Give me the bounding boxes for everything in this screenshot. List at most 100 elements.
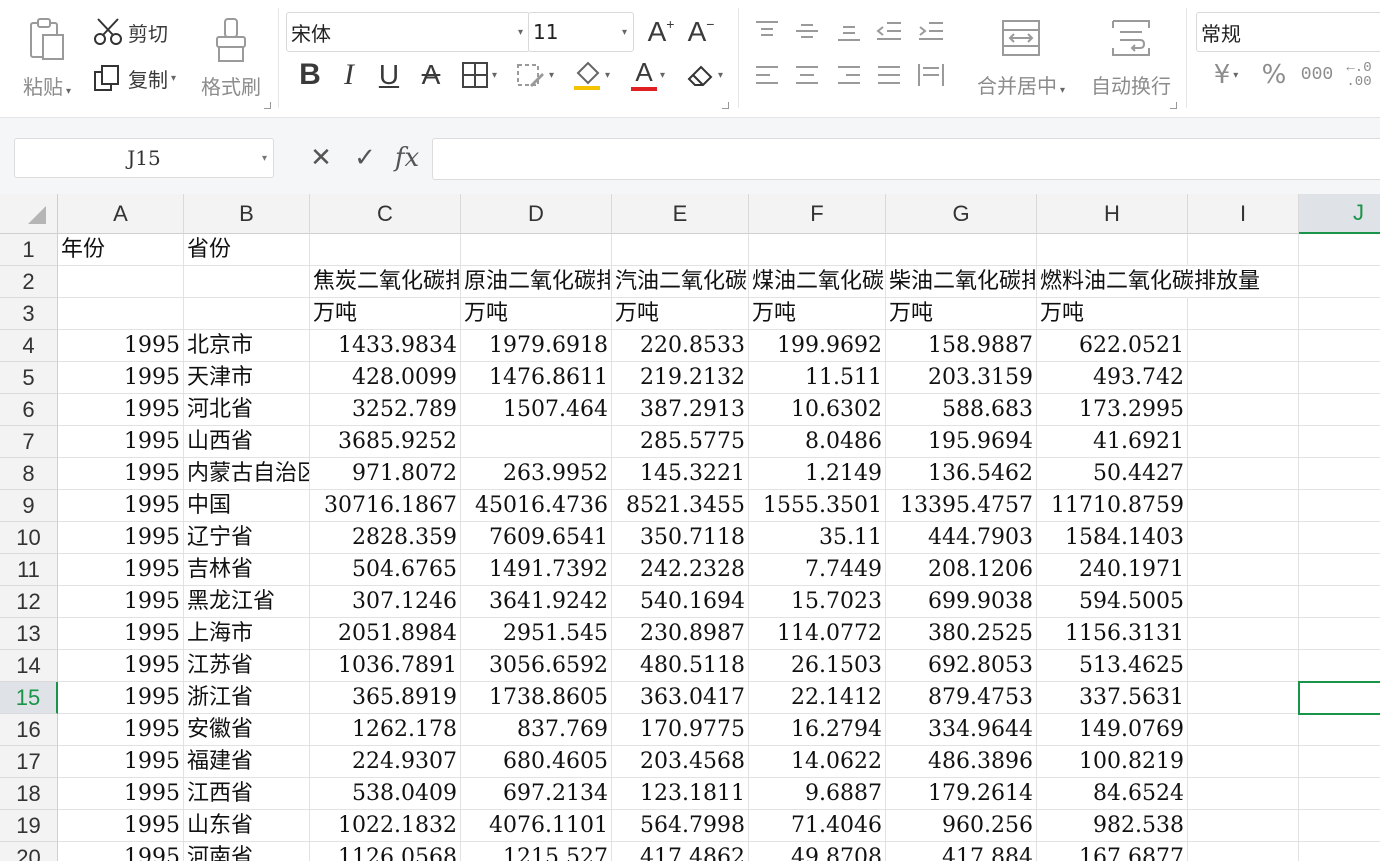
cell-i13[interactable] [1188, 618, 1299, 650]
cell-j6[interactable] [1299, 394, 1380, 426]
cell-f18[interactable]: 9.6887 [749, 778, 886, 810]
cell-i12[interactable] [1188, 586, 1299, 618]
cell-b8[interactable]: 内蒙古自治区 [184, 458, 310, 490]
cell-f13[interactable]: 114.0772 [749, 618, 886, 650]
cell-j11[interactable] [1299, 554, 1380, 586]
cell-j16[interactable] [1299, 714, 1380, 746]
cell-e7[interactable]: 285.5775 [612, 426, 749, 458]
cell-a9[interactable]: 1995 [58, 490, 184, 522]
row-header[interactable]: 5 [0, 362, 58, 394]
cell-e6[interactable]: 387.2913 [612, 394, 749, 426]
align-left-button[interactable] [750, 58, 784, 92]
cell-f11[interactable]: 7.7449 [749, 554, 886, 586]
cell-f9[interactable]: 1555.3501 [749, 490, 886, 522]
row-header[interactable]: 6 [0, 394, 58, 426]
cell-f14[interactable]: 26.1503 [749, 650, 886, 682]
cell-f17[interactable]: 14.0622 [749, 746, 886, 778]
cell-b5[interactable]: 天津市 [184, 362, 310, 394]
font-size-select[interactable]: 11 ▾ [528, 12, 634, 52]
cell-i15[interactable] [1188, 682, 1299, 714]
cell-g19[interactable]: 960.256 [886, 810, 1037, 842]
cell-c17[interactable]: 224.9307 [310, 746, 461, 778]
cell-j9[interactable] [1299, 490, 1380, 522]
cell-i18[interactable] [1188, 778, 1299, 810]
cell-f3[interactable]: 万吨 [749, 298, 886, 330]
row-header[interactable]: 2 [0, 266, 58, 298]
cell-g6[interactable]: 588.683 [886, 394, 1037, 426]
cell-a3[interactable] [58, 298, 184, 330]
row-header[interactable]: 9 [0, 490, 58, 522]
cell-j18[interactable] [1299, 778, 1380, 810]
cell-j10[interactable] [1299, 522, 1380, 554]
cell-g12[interactable]: 699.9038 [886, 586, 1037, 618]
cell-a2[interactable] [58, 266, 184, 298]
cell-i6[interactable] [1188, 394, 1299, 426]
cell-b9[interactable]: 中国 [184, 490, 310, 522]
cell-h4[interactable]: 622.0521 [1037, 330, 1188, 362]
cell-e18[interactable]: 123.1811 [612, 778, 749, 810]
decrease-indent-button[interactable] [872, 14, 906, 48]
cell-d7[interactable] [461, 426, 612, 458]
font-color-button[interactable]: A ▾ [622, 56, 674, 94]
row-header[interactable]: 8 [0, 458, 58, 490]
cell-e10[interactable]: 350.7118 [612, 522, 749, 554]
cell-e4[interactable]: 220.8533 [612, 330, 749, 362]
cell-f15[interactable]: 22.1412 [749, 682, 886, 714]
cell-a15[interactable]: 1995 [58, 682, 184, 714]
distributed-button[interactable] [914, 58, 948, 92]
cell-b13[interactable]: 上海市 [184, 618, 310, 650]
cell-j4[interactable] [1299, 330, 1380, 362]
row-header[interactable]: 10 [0, 522, 58, 554]
cell-c9[interactable]: 30716.1867 [310, 490, 461, 522]
row-header[interactable]: 11 [0, 554, 58, 586]
cell-f7[interactable]: 8.0486 [749, 426, 886, 458]
cell-e19[interactable]: 564.7998 [612, 810, 749, 842]
cell-g20[interactable]: 417.884 [886, 842, 1037, 861]
cell-f10[interactable]: 35.11 [749, 522, 886, 554]
cell-e20[interactable]: 417.4862 [612, 842, 749, 861]
cell-d12[interactable]: 3641.9242 [461, 586, 612, 618]
cell-e14[interactable]: 480.5118 [612, 650, 749, 682]
cell-f4[interactable]: 199.9692 [749, 330, 886, 362]
cell-d5[interactable]: 1476.8611 [461, 362, 612, 394]
cell-d8[interactable]: 263.9952 [461, 458, 612, 490]
cut-button[interactable]: 剪切 [92, 14, 168, 50]
row-header[interactable]: 15 [0, 682, 58, 714]
cell-i20[interactable] [1188, 842, 1299, 861]
cell-j3[interactable] [1299, 298, 1380, 330]
name-box[interactable]: J15 ▾ [14, 138, 274, 178]
wrap-text-button[interactable]: 自动换行 [1084, 8, 1178, 108]
italic-button[interactable]: I [334, 56, 364, 94]
column-header-e[interactable]: E [612, 194, 749, 234]
cell-c6[interactable]: 3252.789 [310, 394, 461, 426]
cell-a6[interactable]: 1995 [58, 394, 184, 426]
cell-i7[interactable] [1188, 426, 1299, 458]
cell-g5[interactable]: 203.3159 [886, 362, 1037, 394]
cell-b18[interactable]: 江西省 [184, 778, 310, 810]
align-right-button[interactable] [832, 58, 866, 92]
currency-button[interactable]: ¥ ▾ [1202, 58, 1250, 92]
cell-b1[interactable]: 省份 [184, 234, 310, 266]
cell-d17[interactable]: 680.4605 [461, 746, 612, 778]
cell-a11[interactable]: 1995 [58, 554, 184, 586]
cell-e2[interactable]: 汽油二氧化碳排放量 [612, 266, 749, 298]
column-header-a[interactable]: A [58, 194, 184, 234]
cell-d9[interactable]: 45016.4736 [461, 490, 612, 522]
font-expand-icon[interactable] [722, 102, 729, 109]
align-bottom-button[interactable] [832, 14, 866, 48]
cell-c10[interactable]: 2828.359 [310, 522, 461, 554]
cell-e11[interactable]: 242.2328 [612, 554, 749, 586]
cell-h14[interactable]: 513.4625 [1037, 650, 1188, 682]
alignment-expand-icon[interactable] [1170, 102, 1177, 109]
confirm-entry-button[interactable]: ✓ [350, 140, 380, 176]
cell-b6[interactable]: 河北省 [184, 394, 310, 426]
cell-c12[interactable]: 307.1246 [310, 586, 461, 618]
cell-g10[interactable]: 444.7903 [886, 522, 1037, 554]
cell-f6[interactable]: 10.6302 [749, 394, 886, 426]
cell-c7[interactable]: 3685.9252 [310, 426, 461, 458]
cell-c8[interactable]: 971.8072 [310, 458, 461, 490]
cell-h20[interactable]: 167.6877 [1037, 842, 1188, 861]
cell-g4[interactable]: 158.9887 [886, 330, 1037, 362]
fill-color-button[interactable]: ▾ [566, 56, 616, 94]
cell-g1[interactable] [886, 234, 1037, 266]
